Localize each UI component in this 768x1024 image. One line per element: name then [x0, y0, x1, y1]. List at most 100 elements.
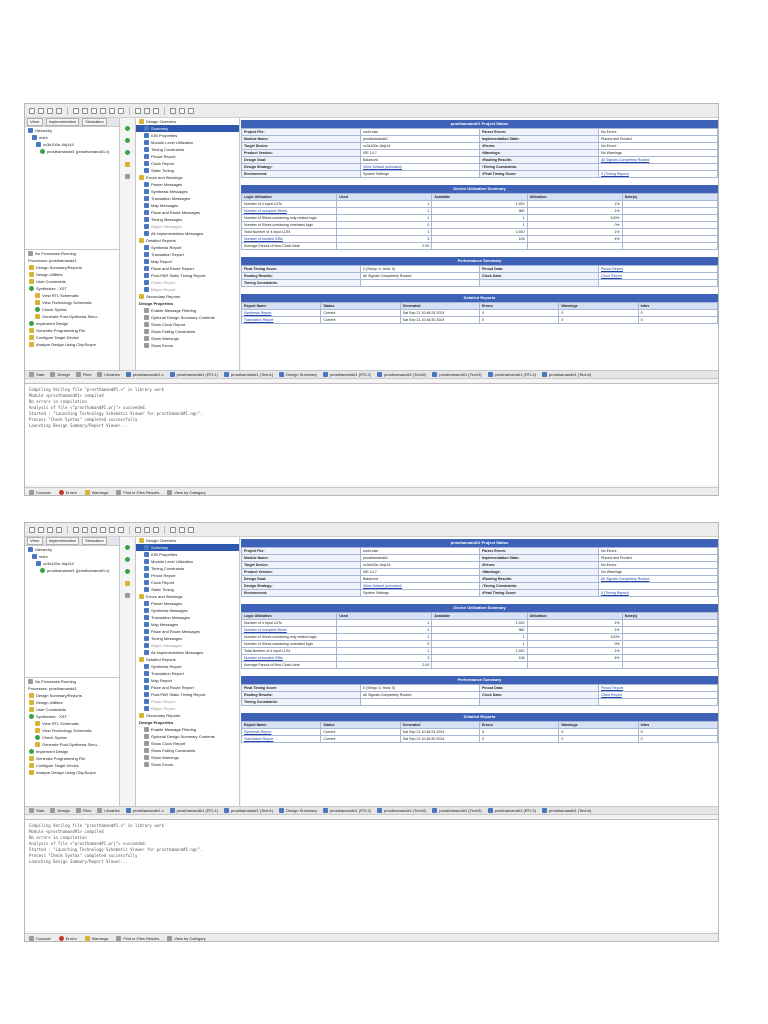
process-item[interactable]: Configure Target Device — [25, 334, 119, 341]
table-cell[interactable]: Number of occupied Slices — [241, 626, 338, 634]
summary-tree-item[interactable]: Timing Constraints — [136, 565, 239, 572]
window-tab[interactable]: Design — [50, 808, 70, 813]
table-cell[interactable]: Number of occupied Slices — [241, 207, 338, 215]
hierarchy-tab[interactable]: Implementation — [45, 537, 80, 545]
process-item[interactable]: View RTL Schematic — [25, 720, 119, 727]
print-icon[interactable] — [56, 526, 62, 533]
summary-tree-item[interactable]: Errors and Warnings — [136, 174, 239, 181]
summary-tree-item[interactable]: IOB Properties — [136, 551, 239, 558]
process-item[interactable]: Generate Post-Synthesis Simu... — [25, 741, 119, 748]
console-tab[interactable]: Errors — [58, 935, 77, 941]
table-cell[interactable]: All Signals Completely Routed — [598, 156, 718, 164]
summary-tree-item[interactable]: Post-PAR Static Timing Report — [136, 691, 239, 698]
console-tab[interactable]: Find in Files Results — [116, 935, 159, 941]
open-icon[interactable] — [38, 526, 44, 533]
undo-icon[interactable] — [73, 526, 79, 533]
zoom-out-icon[interactable] — [153, 526, 159, 533]
window-tab[interactable]: Design Summary — [279, 372, 317, 377]
window-tab[interactable]: prosthamand#1 (RTL3) — [487, 808, 536, 813]
window-tab[interactable]: Files — [75, 372, 91, 377]
process-item[interactable]: View Technology Schematic — [25, 299, 119, 306]
summary-tree-item[interactable]: Secondary Reports — [136, 712, 239, 719]
summary-tree-item[interactable]: IOB Properties — [136, 132, 239, 139]
summary-tree-item[interactable]: Timing Messages — [136, 216, 239, 223]
design-property-option[interactable]: Show Errors — [136, 342, 239, 349]
console-tab[interactable]: Console — [29, 489, 51, 495]
summary-tree-item[interactable]: Design Overview — [136, 537, 239, 544]
stop-icon[interactable] — [179, 107, 185, 114]
process-item[interactable]: Check Syntax — [25, 306, 119, 313]
summary-tree-item[interactable]: Module Level Utilization — [136, 139, 239, 146]
summary-tree-item[interactable]: Parser Messages — [136, 600, 239, 607]
process-item[interactable]: Design Summary/Reports — [25, 264, 119, 271]
hierarchy-item[interactable]: xc3s100e-4tq144 — [25, 141, 119, 148]
process-item[interactable]: Analyze Design Using ChipScope — [25, 341, 119, 348]
checkbox-icon[interactable] — [144, 315, 149, 320]
process-item[interactable]: Generate Post-Synthesis Simu... — [25, 313, 119, 320]
window-tab[interactable]: Files — [75, 808, 91, 813]
summary-tree-item[interactable]: Bitgen Messages — [136, 223, 239, 230]
design-property-option[interactable]: Show Clock Report — [136, 740, 239, 747]
design-property-option[interactable]: Enable Message Filtering — [136, 726, 239, 733]
paste-icon[interactable] — [109, 526, 115, 533]
zoom-in-icon[interactable] — [144, 526, 150, 533]
window-tab[interactable]: prosthamand#1 (Tech3) — [432, 808, 482, 813]
design-property-option[interactable]: Optional Design Summary Contents — [136, 314, 239, 321]
table-cell[interactable]: 0 (Timing Report) — [598, 589, 718, 597]
summary-tree-item[interactable]: Timing Constraints — [136, 146, 239, 153]
print-icon[interactable] — [56, 107, 62, 114]
design-property-option[interactable]: Optional Design Summary Contents — [136, 733, 239, 740]
summary-tree-item[interactable]: Static Timing — [136, 167, 239, 174]
save-icon[interactable] — [47, 107, 53, 114]
table-cell[interactable]: All Signals Completely Routed — [598, 575, 718, 583]
design-property-option[interactable]: Show Failing Constraints — [136, 328, 239, 335]
summary-tree-item[interactable]: Detailed Reports — [136, 656, 239, 663]
table-cell[interactable]: 0 (Timing Report) — [598, 170, 718, 178]
summary-tree-item[interactable]: Map Messages — [136, 621, 239, 628]
summary-tree-item[interactable]: Bitgen Report — [136, 705, 239, 712]
console-tab[interactable]: Find in Files Results — [116, 489, 159, 495]
summary-tree-item[interactable]: Design Overview — [136, 118, 239, 125]
window-tab[interactable]: prosthamand#1 (RTL1) — [169, 372, 218, 377]
checkbox-icon[interactable] — [144, 748, 149, 753]
summary-tree-item[interactable]: Summary — [136, 125, 239, 132]
console-tab[interactable]: Console — [29, 935, 51, 941]
table-cell[interactable]: Translation Report — [241, 316, 322, 324]
window-tab[interactable]: prosthamand#1 (RTL2) — [322, 372, 371, 377]
summary-tree-item[interactable]: Place and Route Report — [136, 684, 239, 691]
summary-tree-item[interactable]: Power Report — [136, 698, 239, 705]
window-tab[interactable]: prosthamand#1 (Tech2) — [377, 808, 426, 813]
summary-tree-item[interactable]: Place and Route Report — [136, 265, 239, 272]
summary-tree-item[interactable]: Translation Messages — [136, 614, 239, 621]
console-tab[interactable]: Warnings — [84, 935, 108, 941]
window-tab[interactable]: Design Summary — [279, 808, 317, 813]
table-cell[interactable]: Clock Report — [598, 272, 718, 280]
find-icon[interactable] — [135, 526, 141, 533]
checkbox-icon[interactable] — [144, 734, 149, 739]
process-item[interactable]: Implement Design — [25, 320, 119, 327]
new-file-icon[interactable] — [29, 107, 35, 114]
summary-tree-item[interactable]: Place and Route Messages — [136, 209, 239, 216]
summary-tree-item[interactable]: Pinout Report — [136, 153, 239, 160]
process-item[interactable]: Design Utilities — [25, 271, 119, 278]
ok-icon[interactable] — [124, 150, 130, 155]
table-cell[interactable]: Pinout Report — [598, 265, 718, 273]
summary-tree-item[interactable]: Synthesis Messages — [136, 607, 239, 614]
table-cell[interactable]: Number of bonded IOBs — [241, 235, 338, 243]
summary-tree-item[interactable]: Static Timing — [136, 586, 239, 593]
open-icon[interactable] — [38, 107, 44, 114]
window-tab[interactable]: Libraries — [97, 808, 120, 813]
paste-icon[interactable] — [109, 107, 115, 114]
checkbox-icon[interactable] — [144, 343, 149, 348]
summary-tree-item[interactable]: Detailed Reports — [136, 237, 239, 244]
undo-icon[interactable] — [73, 107, 79, 114]
ok-icon[interactable] — [124, 545, 130, 550]
zoom-out-icon[interactable] — [153, 107, 159, 114]
process-item[interactable]: Design Summary/Reports — [25, 692, 119, 699]
warning-icon[interactable] — [124, 162, 130, 167]
summary-tree-item[interactable]: Synthesis Report — [136, 663, 239, 670]
summary-tree-item[interactable]: Map Report — [136, 677, 239, 684]
process-item[interactable]: User Constraints — [25, 278, 119, 285]
summary-tree-item[interactable]: Power Report — [136, 279, 239, 286]
process-item[interactable]: Synthesize - XST — [25, 713, 119, 720]
